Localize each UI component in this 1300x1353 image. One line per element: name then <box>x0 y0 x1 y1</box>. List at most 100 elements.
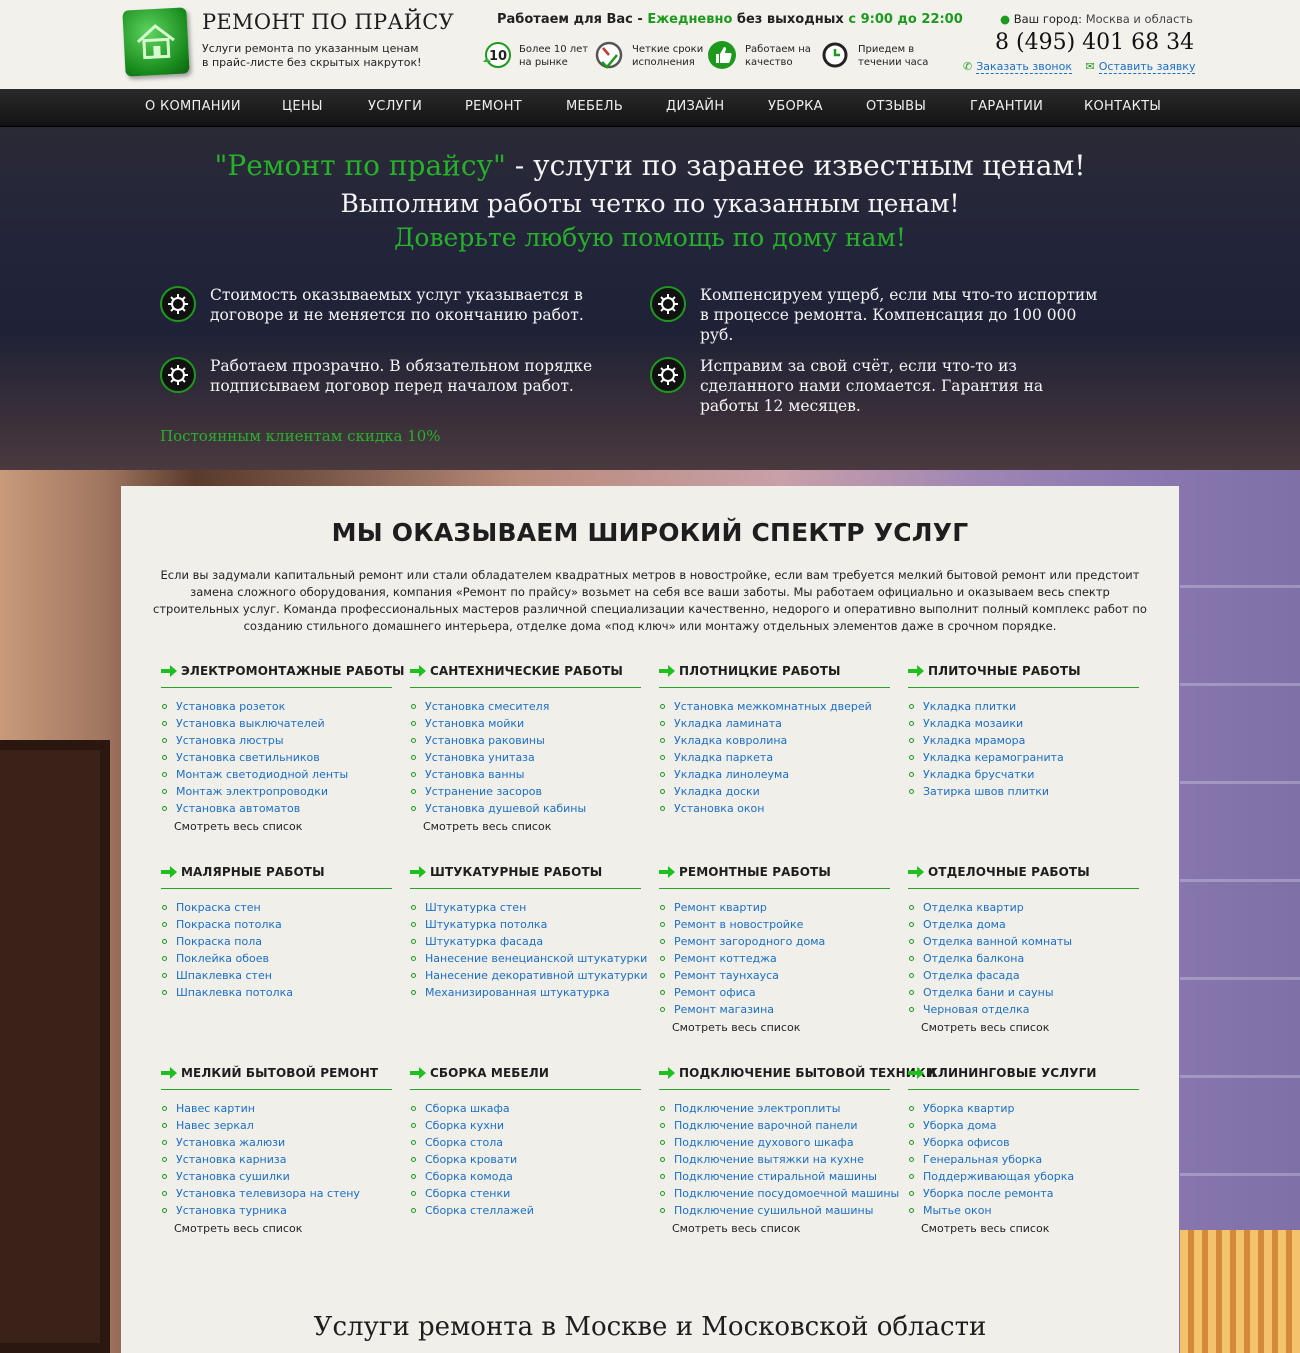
service-link[interactable]: Поддерживающая уборка <box>908 1168 1139 1185</box>
service-link[interactable]: Покраска потолка <box>161 916 392 933</box>
view-full-list-link[interactable]: Смотреть весь список <box>908 1021 1139 1034</box>
service-link[interactable]: Ремонт магазина <box>659 1001 890 1018</box>
view-full-list-link[interactable]: Смотреть весь список <box>161 820 392 833</box>
nav-item-services[interactable]: УСЛУГИ <box>368 99 422 114</box>
view-full-list-link[interactable]: Смотреть весь список <box>659 1021 890 1034</box>
service-link[interactable]: Монтаж электропроводки <box>161 783 392 800</box>
city-selector[interactable]: ● Ваш город: Москва и область <box>1000 12 1193 26</box>
service-link[interactable]: Установка выключателей <box>161 715 392 732</box>
service-link[interactable]: Подключение посудомоечной машины <box>659 1185 899 1202</box>
service-link[interactable]: Поклейка обоев <box>161 950 392 967</box>
service-link[interactable]: Укладка ковролина <box>659 732 890 749</box>
service-link[interactable]: Ремонт офиса <box>659 984 890 1001</box>
category-header[interactable]: ПЛОТНИЦКИЕ РАБОТЫ <box>659 658 890 688</box>
nav-item-design[interactable]: ДИЗАЙН <box>666 99 724 114</box>
service-link[interactable]: Шпаклевка стен <box>161 967 392 984</box>
service-link[interactable]: Сборка стенки <box>410 1185 641 1202</box>
service-link[interactable]: Ремонт квартир <box>659 899 890 916</box>
service-link[interactable]: Установка турника <box>161 1202 392 1219</box>
service-link[interactable]: Установка раковины <box>410 732 641 749</box>
category-header[interactable]: МАЛЯРНЫЕ РАБОТЫ <box>161 859 392 889</box>
service-link[interactable]: Отделка балкона <box>908 950 1139 967</box>
service-link[interactable]: Сборка комода <box>410 1168 641 1185</box>
view-full-list-link[interactable]: Смотреть весь список <box>410 820 641 833</box>
category-title[interactable]: ОТДЕЛОЧНЫЕ РАБОТЫ <box>928 865 1090 879</box>
service-link[interactable]: Сборка кровати <box>410 1151 641 1168</box>
category-title[interactable]: САНТЕХНИЧЕСКИЕ РАБОТЫ <box>430 664 623 678</box>
service-link[interactable]: Установка смесителя <box>410 698 641 715</box>
service-link[interactable]: Установка душевой кабины <box>410 800 641 817</box>
nav-item-contacts[interactable]: КОНТАКТЫ <box>1084 99 1161 114</box>
service-link[interactable]: Генеральная уборка <box>908 1151 1139 1168</box>
category-title[interactable]: МЕЛКИЙ БЫТОВОЙ РЕМОНТ <box>181 1066 378 1080</box>
service-link[interactable]: Подключение стиральной машины <box>659 1168 890 1185</box>
city-value[interactable]: Москва и область <box>1086 12 1193 26</box>
service-link[interactable]: Ремонт таунхауса <box>659 967 890 984</box>
category-title[interactable]: ШТУКАТУРНЫЕ РАБОТЫ <box>430 865 602 879</box>
service-link[interactable]: Уборка после ремонта <box>908 1185 1139 1202</box>
service-link[interactable]: Черновая отделка <box>908 1001 1139 1018</box>
service-link[interactable]: Отделка ванной комнаты <box>908 933 1139 950</box>
service-link[interactable]: Монтаж светодиодной ленты <box>161 766 392 783</box>
category-header[interactable]: ЭЛЕКТРОМОНТАЖНЫЕ РАБОТЫ <box>161 658 404 688</box>
service-link[interactable]: Шпаклевка потолка <box>161 984 392 1001</box>
service-link[interactable]: Установка мойки <box>410 715 641 732</box>
service-link[interactable]: Мытье окон <box>908 1202 1139 1219</box>
service-link[interactable]: Отделка квартир <box>908 899 1139 916</box>
service-link[interactable]: Уборка офисов <box>908 1134 1139 1151</box>
service-link[interactable]: Покраска стен <box>161 899 392 916</box>
service-link[interactable]: Штукатурка фасада <box>410 933 641 950</box>
service-link[interactable]: Навес картин <box>161 1100 392 1117</box>
service-link[interactable]: Сборка кухни <box>410 1117 641 1134</box>
service-link[interactable]: Штукатурка стен <box>410 899 641 916</box>
logo-icon[interactable] <box>122 7 190 77</box>
view-full-list-link[interactable]: Смотреть весь список <box>659 1222 890 1235</box>
service-link[interactable]: Установка розеток <box>161 698 392 715</box>
service-link[interactable]: Отделка фасада <box>908 967 1139 984</box>
category-header[interactable]: ПЛИТОЧНЫЕ РАБОТЫ <box>908 658 1139 688</box>
logo-title[interactable]: РЕМОНТ ПО ПРАЙСУ <box>202 10 454 34</box>
nav-item-furniture[interactable]: МЕБЕЛЬ <box>566 99 623 114</box>
category-header[interactable]: ПОДКЛЮЧЕНИЕ БЫТОВОЙ ТЕХНИКИ <box>659 1060 936 1090</box>
service-link[interactable]: Подключение сушильной машины <box>659 1202 890 1219</box>
service-link[interactable]: Ремонт загородного дома <box>659 933 890 950</box>
service-link[interactable]: Установка ванны <box>410 766 641 783</box>
service-link[interactable]: Установка жалюзи <box>161 1134 392 1151</box>
category-title[interactable]: ЭЛЕКТРОМОНТАЖНЫЕ РАБОТЫ <box>181 664 405 678</box>
service-link[interactable]: Установка автоматов <box>161 800 392 817</box>
nav-item-repair[interactable]: РЕМОНТ <box>465 99 522 114</box>
category-header[interactable]: МЕЛКИЙ БЫТОВОЙ РЕМОНТ <box>161 1060 392 1090</box>
category-title[interactable]: СБОРКА МЕБЕЛИ <box>430 1066 549 1080</box>
service-link[interactable]: Установка люстры <box>161 732 392 749</box>
service-link[interactable]: Установка карниза <box>161 1151 392 1168</box>
service-link[interactable]: Укладка паркета <box>659 749 890 766</box>
service-link[interactable]: Ремонт коттеджа <box>659 950 890 967</box>
category-header[interactable]: ОТДЕЛОЧНЫЕ РАБОТЫ <box>908 859 1139 889</box>
service-link[interactable]: Подключение электроплиты <box>659 1100 890 1117</box>
phone-number[interactable]: 8 (495) 401 68 34 <box>995 30 1194 55</box>
service-link[interactable]: Подключение варочной панели <box>659 1117 890 1134</box>
category-header[interactable]: КЛИНИНГОВЫЕ УСЛУГИ <box>908 1060 1139 1090</box>
request-link[interactable]: Оставить заявку <box>1098 60 1196 74</box>
service-link[interactable]: Установка унитаза <box>410 749 641 766</box>
service-link[interactable]: Подключение духового шкафа <box>659 1134 890 1151</box>
service-link[interactable]: Укладка линолеума <box>659 766 890 783</box>
service-link[interactable]: Ремонт в новостройке <box>659 916 890 933</box>
view-full-list-link[interactable]: Смотреть весь список <box>161 1222 392 1235</box>
nav-item-prices[interactable]: ЦЕНЫ <box>282 99 323 114</box>
service-link[interactable]: Отделка дома <box>908 916 1139 933</box>
service-link[interactable]: Нанесение венецианской штукатурки <box>410 950 647 967</box>
category-title[interactable]: МАЛЯРНЫЕ РАБОТЫ <box>181 865 325 879</box>
service-link[interactable]: Укладка доски <box>659 783 890 800</box>
nav-item-reviews[interactable]: ОТЗЫВЫ <box>866 99 926 114</box>
nav-item-guarantees[interactable]: ГАРАНТИИ <box>970 99 1043 114</box>
service-link[interactable]: Затирка швов плитки <box>908 783 1139 800</box>
category-header[interactable]: ШТУКАТУРНЫЕ РАБОТЫ <box>410 859 641 889</box>
service-link[interactable]: Покраска пола <box>161 933 392 950</box>
callback-link[interactable]: Заказать звонок <box>976 60 1073 74</box>
service-link[interactable]: Установка телевизора на стену <box>161 1185 392 1202</box>
service-link[interactable]: Устранение засоров <box>410 783 641 800</box>
view-full-list-link[interactable]: Смотреть весь список <box>908 1222 1139 1235</box>
category-title[interactable]: КЛИНИНГОВЫЕ УСЛУГИ <box>928 1066 1097 1080</box>
service-link[interactable]: Нанесение декоративной штукатурки <box>410 967 648 984</box>
